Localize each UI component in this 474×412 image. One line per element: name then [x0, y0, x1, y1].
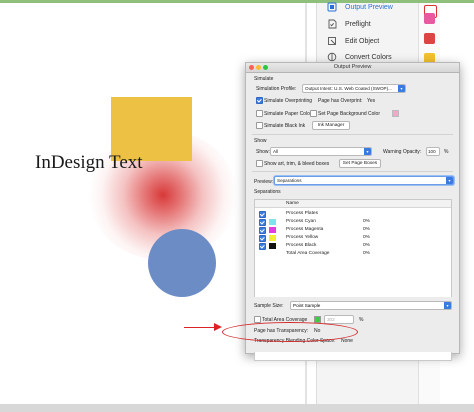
- tool-label: Output Preview: [345, 3, 393, 11]
- show-boxes-checkbox[interactable]: [256, 160, 263, 167]
- simulation-profile-value: Output Intent: U.S. Web Coated (SWOP)...: [305, 86, 392, 91]
- indesign-text: InDesign Text: [35, 152, 143, 173]
- separation-value: 0%: [363, 227, 370, 232]
- edit-object-icon: [327, 36, 337, 46]
- background-color-swatch[interactable]: [392, 110, 399, 117]
- dialog-titlebar[interactable]: Output Preview: [246, 63, 459, 73]
- total-area-coverage-value: 302: [327, 317, 335, 322]
- separation-name: Process Plates: [286, 211, 318, 216]
- preview-label: Preview:: [254, 179, 274, 185]
- table-row[interactable]: Process Black 0%: [255, 242, 451, 250]
- page-overprint-label: Page has Overprint:: [318, 98, 363, 104]
- simulate-paper-color-label: Simulate Paper Color: [264, 111, 312, 117]
- cyan-swatch: [269, 219, 276, 225]
- create-pdf-icon[interactable]: [424, 33, 435, 44]
- simulate-paper-color-checkbox[interactable]: [256, 110, 263, 117]
- yellow-swatch: [269, 235, 276, 241]
- page-overprint-value: Yes: [367, 98, 376, 104]
- separations-header: Name: [255, 200, 451, 208]
- simulate-black-ink-checkbox[interactable]: [256, 122, 263, 129]
- name-column-header: Name: [286, 201, 299, 206]
- separation-checkbox[interactable]: [259, 219, 266, 226]
- simulate-black-ink-label: Simulate Black Ink: [264, 123, 306, 129]
- dialog-title: Output Preview: [333, 64, 372, 70]
- chevron-down-icon: ▾: [446, 177, 453, 184]
- divider: [252, 171, 453, 172]
- separation-value: 0%: [363, 235, 370, 240]
- blending-color-space-value: None: [341, 338, 353, 344]
- divider: [252, 134, 453, 135]
- warning-opacity-input[interactable]: 100: [426, 147, 440, 156]
- black-swatch: [269, 243, 276, 249]
- simulate-overprinting-label: Simulate Overprinting: [264, 98, 313, 104]
- separation-checkbox[interactable]: [259, 227, 266, 234]
- set-page-background-label: Set Page Background Color: [318, 111, 380, 117]
- output-preview-icon: [327, 2, 337, 12]
- total-area-coverage-unit: %: [359, 317, 364, 323]
- separations-section-label: Separations: [254, 189, 281, 195]
- tool-label: Preflight: [345, 20, 371, 28]
- convert-colors-icon: [327, 52, 337, 62]
- simulate-section-label: Simulate: [254, 76, 274, 82]
- warning-opacity-unit: %: [444, 149, 449, 155]
- warning-opacity-label: Warning Opacity:: [383, 149, 422, 155]
- show-label: Show:: [256, 149, 270, 155]
- show-section-label: Show: [254, 138, 267, 144]
- tool-preflight[interactable]: Preflight: [327, 16, 371, 32]
- tool-label: Edit Object: [345, 37, 380, 45]
- bottom-border: [0, 404, 474, 412]
- total-area-coverage-checkbox[interactable]: [254, 316, 261, 323]
- separation-value: 0%: [363, 243, 370, 248]
- chevron-down-icon: ▾: [444, 302, 451, 309]
- separation-name: Total Area Coverage: [286, 251, 330, 256]
- chevron-down-icon: ▾: [364, 148, 371, 155]
- highlight-oval: [222, 322, 358, 342]
- separation-checkbox[interactable]: [259, 235, 266, 242]
- sample-size-value: Point Sample: [293, 303, 321, 308]
- simulation-profile-select[interactable]: Output Intent: U.S. Web Coated (SWOP)...…: [302, 84, 406, 93]
- preview-select[interactable]: Separations ▾: [274, 176, 454, 185]
- magenta-swatch: [269, 227, 276, 233]
- blue-circle: [148, 229, 216, 297]
- table-row[interactable]: Process Cyan 0%: [255, 218, 451, 226]
- separation-checkbox[interactable]: [259, 211, 266, 218]
- table-row[interactable]: Total Area Coverage 0%: [255, 250, 451, 258]
- separation-name: Process Magenta: [286, 227, 324, 232]
- separation-checkbox[interactable]: [259, 243, 266, 250]
- ink-manager-button[interactable]: Ink Manager: [312, 121, 350, 130]
- set-page-background-checkbox[interactable]: [310, 110, 317, 117]
- separation-value: 0%: [363, 219, 370, 224]
- preview-value: Separations: [277, 178, 302, 183]
- edit-pdf-icon[interactable]: [424, 13, 435, 24]
- simulate-overprinting-checkbox[interactable]: [256, 97, 263, 104]
- sample-size-label: Sample Size:: [254, 303, 284, 309]
- show-boxes-label: Show art, trim, & bleed boxes: [264, 161, 330, 167]
- table-row[interactable]: Process Yellow 0%: [255, 234, 451, 242]
- chevron-down-icon: ▾: [398, 85, 405, 92]
- tool-output-preview[interactable]: Output Preview: [327, 0, 393, 15]
- separation-name: Process Black: [286, 243, 317, 248]
- show-select[interactable]: All ▾: [270, 147, 372, 156]
- show-value: All: [273, 149, 279, 154]
- separation-name: Process Cyan: [286, 219, 316, 224]
- sample-size-select[interactable]: Point Sample ▾: [290, 301, 452, 310]
- annotation-arrow-head: [214, 323, 222, 331]
- set-page-boxes-button[interactable]: Set Page Boxes: [339, 159, 381, 168]
- simulation-profile-label: Simulation Profile:: [256, 86, 297, 92]
- tool-edit-object[interactable]: Edit Object: [327, 33, 379, 49]
- table-row[interactable]: Process Plates: [255, 210, 451, 218]
- annotation-arrow: [184, 327, 216, 328]
- total-area-coverage-input[interactable]: 302: [324, 315, 354, 324]
- table-row[interactable]: Process Magenta 0%: [255, 226, 451, 234]
- tool-label: Convert Colors: [345, 53, 392, 61]
- preflight-icon: [327, 19, 337, 29]
- separation-value: 0%: [363, 251, 370, 256]
- separation-name: Process Yellow: [286, 235, 319, 240]
